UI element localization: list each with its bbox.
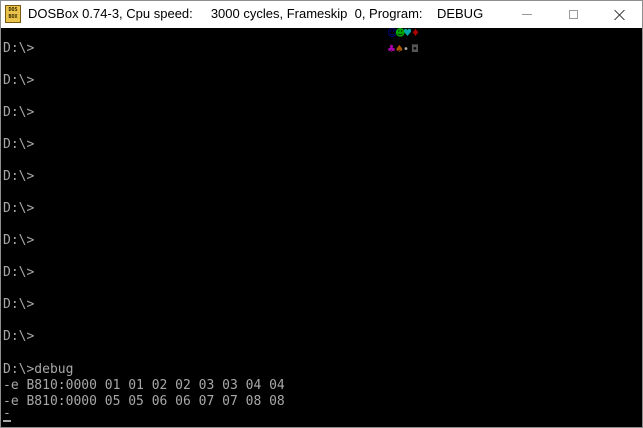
console-line: D:\> — [3, 201, 35, 216]
minimize-icon — [522, 14, 532, 15]
console-line: -e B810:0000 05 05 06 06 07 07 08 08 — [3, 394, 285, 409]
console-line: D:\> — [3, 233, 35, 248]
console-line: D:\> — [3, 297, 35, 312]
console-line: D:\> — [3, 329, 35, 344]
console-line: D:\> — [3, 105, 35, 120]
inverse-bullet-glyph: ◘ — [411, 44, 419, 55]
minimize-button[interactable] — [504, 1, 550, 28]
console-line: D:\> — [3, 41, 35, 56]
dosbox-app-icon[interactable]: DOS BOX — [5, 5, 21, 23]
maximize-button[interactable] — [550, 1, 596, 28]
close-icon — [614, 9, 625, 20]
dos-console-screen[interactable]: D:\> D:\> D:\> D:\> D:\> D:\> D:\> D:\> … — [1, 28, 642, 427]
console-line: D:\>debug — [3, 362, 74, 377]
console-line: -e B810:0000 01 01 02 02 03 03 04 04 — [3, 378, 285, 393]
console-line: D:\> — [3, 73, 35, 88]
title-bar[interactable]: DOS BOX DOSBox 0.74-3, Cpu speed: 3000 c… — [1, 1, 642, 28]
maximize-icon — [568, 10, 578, 19]
window-title: DOSBox 0.74-3, Cpu speed: 3000 cycles, F… — [28, 6, 484, 21]
console-line: D:\> — [3, 169, 35, 184]
diamond-glyph: ♦ — [411, 28, 420, 39]
text-cursor — [3, 420, 11, 422]
dosbox-window: DOS BOX DOSBox 0.74-3, Cpu speed: 3000 c… — [0, 0, 643, 428]
console-line: D:\> — [3, 137, 35, 152]
bullet-glyph: • — [403, 44, 409, 55]
video-memory-glyphs: ☺ ☻ ♥ ♦ ♣ ♠ • ◘ — [387, 28, 421, 60]
close-button[interactable] — [596, 1, 642, 28]
console-line: D:\> — [3, 265, 35, 280]
